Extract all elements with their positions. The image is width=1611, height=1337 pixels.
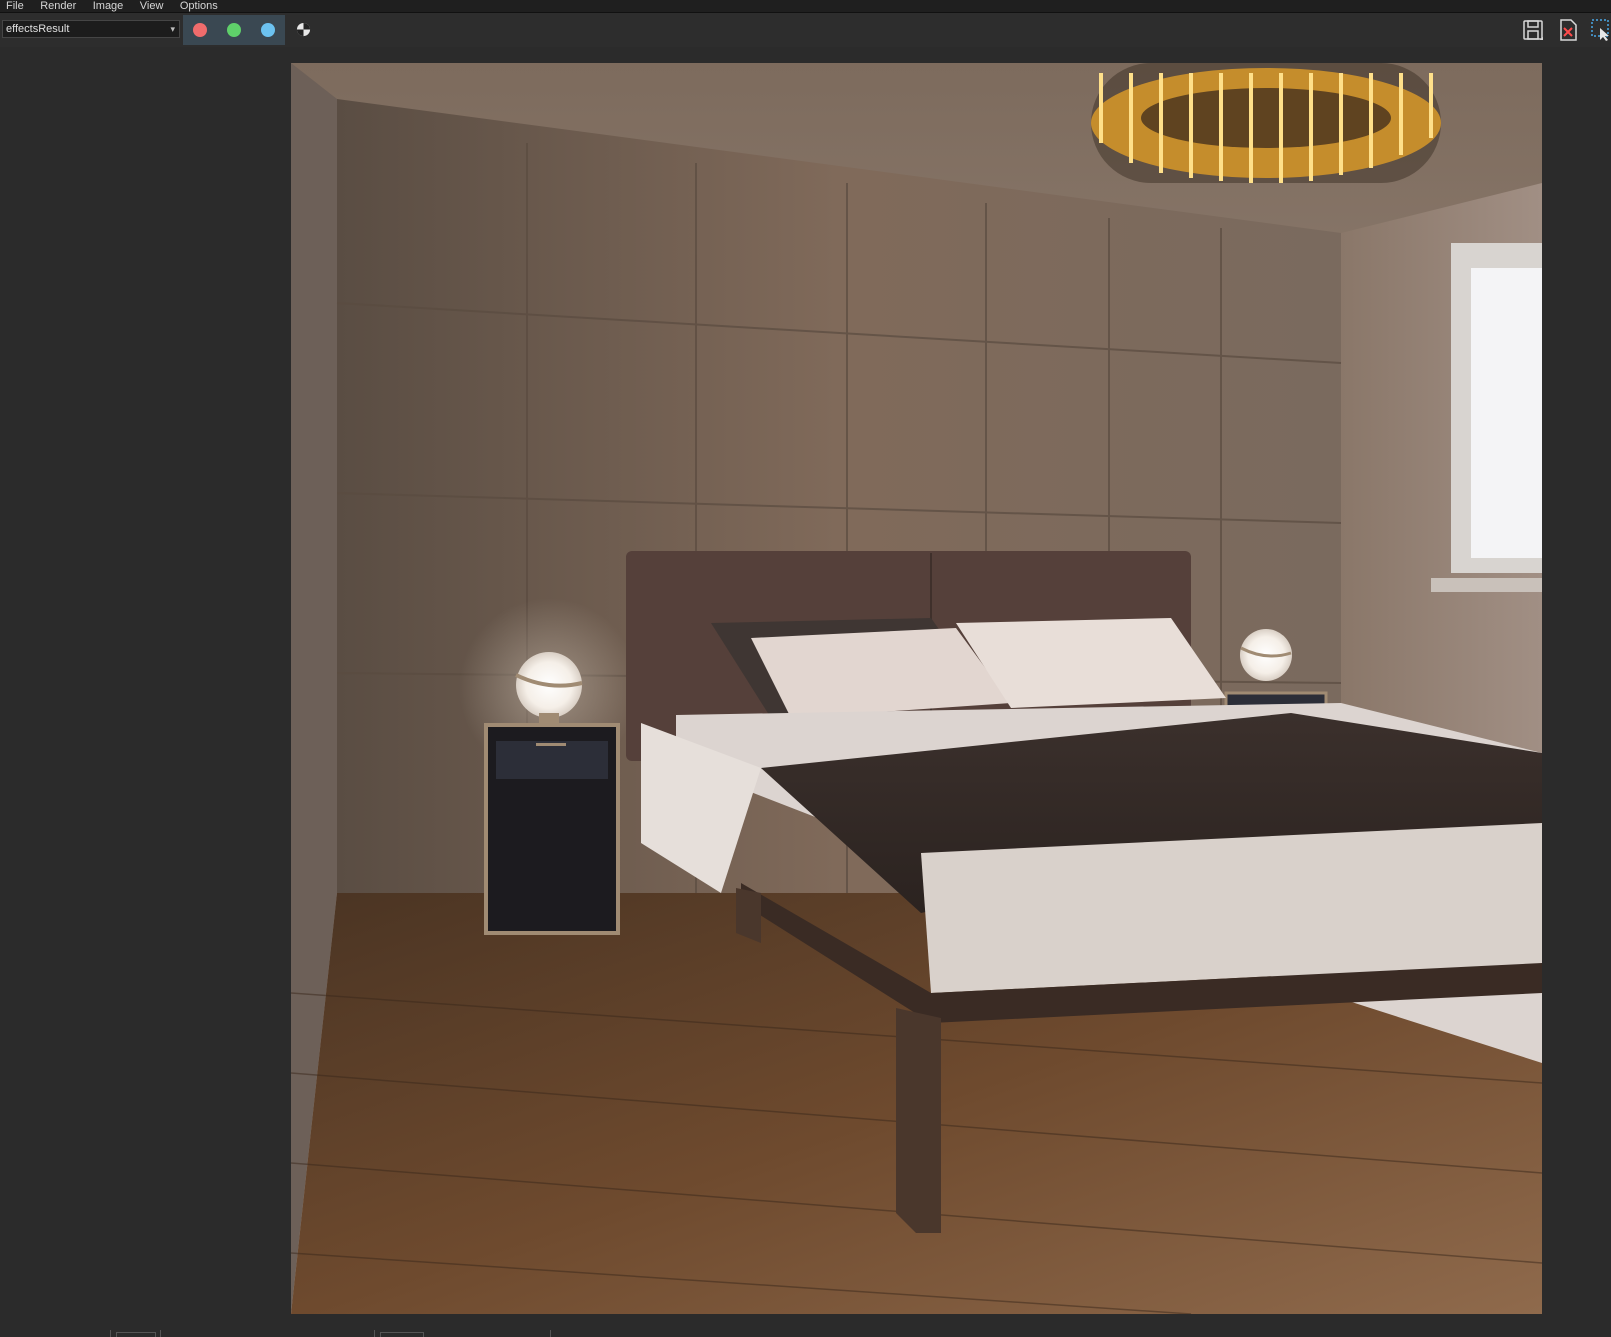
render-element-select-value: effectsResult — [6, 23, 70, 35]
chevron-down-icon: ▾ — [170, 24, 175, 34]
menu-image[interactable]: Image — [93, 1, 124, 12]
status-divider — [374, 1330, 375, 1337]
status-divider — [160, 1330, 161, 1337]
clear-image-icon[interactable] — [1556, 18, 1580, 42]
menu-file[interactable]: File — [6, 1, 24, 12]
toolbar: effectsResult ▾ — [0, 13, 1611, 47]
green-channel-button[interactable] — [217, 15, 251, 45]
menu-view[interactable]: View — [140, 1, 164, 12]
status-field[interactable] — [380, 1332, 424, 1337]
status-field[interactable] — [116, 1332, 156, 1337]
status-divider — [110, 1330, 111, 1337]
monochrome-icon[interactable] — [296, 22, 311, 37]
blue-dot-icon — [261, 23, 275, 37]
status-divider — [550, 1330, 551, 1337]
render-image-viewport[interactable] — [291, 63, 1542, 1314]
red-channel-button[interactable] — [183, 15, 217, 45]
status-bar — [0, 1330, 1611, 1337]
menu-render[interactable]: Render — [40, 1, 76, 12]
region-render-icon[interactable] — [1590, 18, 1611, 42]
green-dot-icon — [227, 23, 241, 37]
render-element-select[interactable]: effectsResult ▾ — [2, 20, 180, 38]
blue-channel-button[interactable] — [251, 15, 285, 45]
red-dot-icon — [193, 23, 207, 37]
menu-bar: File Render Image View Options — [0, 0, 1611, 12]
save-image-icon[interactable] — [1521, 18, 1545, 42]
render-image — [291, 63, 1542, 1314]
menu-options[interactable]: Options — [180, 1, 218, 12]
